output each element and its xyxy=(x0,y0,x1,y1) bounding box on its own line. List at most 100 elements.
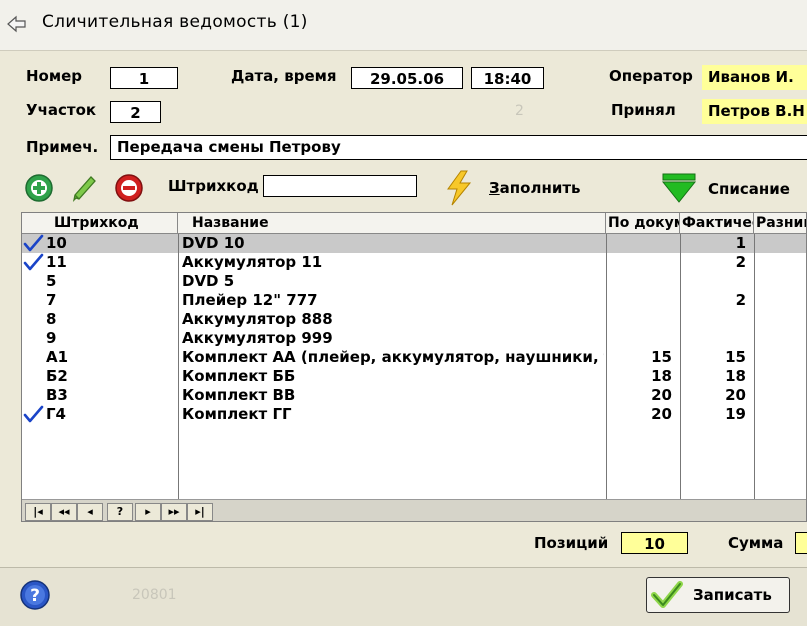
col-header-name[interactable]: Название xyxy=(178,213,606,234)
time-field[interactable]: 18:40 xyxy=(471,67,544,89)
nav-first-button[interactable]: |◂ xyxy=(25,503,51,521)
table-row[interactable]: Б2 Комплект ББ 18 18 xyxy=(22,367,806,386)
column-divider xyxy=(754,234,755,499)
table-row[interactable]: 7 Плейер 12" 777 2 xyxy=(22,291,806,310)
table-row[interactable]: Г4 Комплект ГГ 20 19 xyxy=(22,405,806,424)
cell-doc-qty xyxy=(606,234,672,253)
number-field[interactable]: 1 xyxy=(110,67,178,89)
cell-barcode: 7 xyxy=(46,291,57,309)
nav-prev-button[interactable]: ◂ xyxy=(77,503,103,521)
table-row[interactable]: 10 DVD 10 1 xyxy=(22,234,806,253)
cell-name: DVD 10 xyxy=(182,234,245,252)
checkmark-icon xyxy=(651,581,683,608)
section-label: Участок xyxy=(26,101,97,119)
nav-last-button[interactable]: ▸| xyxy=(187,503,213,521)
fill-label: Заполнить xyxy=(489,179,581,197)
writeoff-label: Списание xyxy=(708,180,790,198)
cell-barcode: 11 xyxy=(46,253,67,271)
operator-field[interactable]: Иванов И. xyxy=(702,65,807,90)
cell-barcode: 9 xyxy=(46,329,57,347)
cell-barcode: А1 xyxy=(46,348,69,366)
record-navigator: |◂ ◂◂ ◂ ? ▸ ▸▸ ▸| xyxy=(22,499,806,521)
fill-label-accel: З xyxy=(489,179,500,197)
column-divider xyxy=(606,234,607,499)
svg-text:?: ? xyxy=(30,586,40,606)
cell-doc-qty: 20 xyxy=(651,386,672,404)
window-title: Сличительная ведомость (1) xyxy=(42,12,308,32)
cell-fact-qty xyxy=(680,329,746,348)
fill-label-rest: аполнить xyxy=(499,179,581,197)
col-header-barcode[interactable]: Штрихкод xyxy=(22,213,178,234)
fill-button[interactable]: Заполнить xyxy=(443,170,593,206)
column-divider xyxy=(680,234,681,499)
cell-fact-qty: 2 xyxy=(735,291,746,309)
table-row[interactable]: 9 Аккумулятор 999 xyxy=(22,329,806,348)
table-row[interactable]: 8 Аккумулятор 888 xyxy=(22,310,806,329)
cell-name: Плейер 12" 777 xyxy=(182,291,318,309)
add-icon[interactable] xyxy=(24,173,54,203)
nav-next-page-button[interactable]: ▸▸ xyxy=(161,503,187,521)
table-row[interactable]: 11 Аккумулятор 11 2 xyxy=(22,253,806,272)
cell-name: Аккумулятор 11 xyxy=(182,253,323,271)
help-icon[interactable]: ? xyxy=(19,579,51,611)
cell-barcode: 8 xyxy=(46,310,57,328)
cell-doc-qty: 15 xyxy=(651,348,672,366)
sum-field xyxy=(795,532,807,554)
table-row[interactable]: В3 Комплект ВВ 20 20 xyxy=(22,386,806,405)
nav-prev-page-button[interactable]: ◂◂ xyxy=(51,503,77,521)
cell-fact-qty: 20 xyxy=(725,386,746,404)
edit-pencil-icon[interactable] xyxy=(70,172,100,202)
cell-fact-qty: 15 xyxy=(725,348,746,366)
col-header-diff[interactable]: Разница xyxy=(754,213,806,234)
back-arrow-icon[interactable] xyxy=(6,14,28,34)
accepted-label: Принял xyxy=(611,101,676,119)
writeoff-button[interactable]: Списание xyxy=(660,172,807,206)
note-field[interactable]: Передача смены Петрову xyxy=(110,135,807,160)
cell-barcode: 5 xyxy=(46,272,57,290)
ghost-section-value: 2 xyxy=(515,103,524,119)
cell-name: DVD 5 xyxy=(182,272,235,290)
cell-fact-qty xyxy=(680,310,746,329)
datetime-label: Дата, время xyxy=(231,67,337,85)
date-field[interactable]: 29.05.06 xyxy=(351,67,463,89)
cell-doc-qty: 20 xyxy=(651,405,672,423)
cell-doc-qty xyxy=(606,272,672,291)
accepted-field[interactable]: Петров В.Н xyxy=(702,99,807,124)
save-label: Записать xyxy=(693,586,772,604)
cell-barcode: 10 xyxy=(46,234,67,252)
cell-doc-qty xyxy=(606,253,672,272)
barcode-label: Штрихкод xyxy=(168,177,259,195)
delete-icon[interactable] xyxy=(114,173,144,203)
barcode-input[interactable] xyxy=(263,175,417,197)
row-checkmark-icon xyxy=(23,234,44,252)
cell-name: Комплект АА (плейер, аккумулятор, наушни… xyxy=(182,348,604,366)
cell-barcode: Г4 xyxy=(46,405,66,423)
nav-search-button[interactable]: ? xyxy=(107,503,133,521)
cell-fact-qty: 18 xyxy=(725,367,746,385)
nav-next-button[interactable]: ▸ xyxy=(135,503,161,521)
cell-barcode: Б2 xyxy=(46,367,68,385)
col-header-doc[interactable]: По докум xyxy=(606,213,680,234)
table-row[interactable]: А1 Комплект АА (плейер, аккумулятор, науш… xyxy=(22,348,806,367)
cell-name: Комплект ГГ xyxy=(182,405,292,423)
cell-name: Аккумулятор 888 xyxy=(182,310,333,328)
sum-label: Сумма xyxy=(728,534,784,552)
cell-fact-qty: 1 xyxy=(735,234,746,252)
column-divider xyxy=(178,234,179,499)
positions-label: Позиций xyxy=(534,534,609,552)
col-header-fact[interactable]: Фактически xyxy=(680,213,754,234)
cell-doc-qty xyxy=(606,310,672,329)
note-label: Примеч. xyxy=(26,138,99,156)
number-label: Номер xyxy=(26,67,83,85)
items-table: Штрихкод Название По докум Фактически Ра… xyxy=(21,212,807,522)
save-button[interactable]: Записать xyxy=(646,577,790,613)
record-code: 20801 xyxy=(132,587,177,603)
row-checkmark-icon xyxy=(23,253,44,271)
down-arrow-icon xyxy=(661,173,697,203)
cell-name: Комплект ББ xyxy=(182,367,296,385)
table-row[interactable]: 5 DVD 5 xyxy=(22,272,806,291)
section-field[interactable]: 2 xyxy=(110,101,161,123)
cell-doc-qty: 18 xyxy=(651,367,672,385)
operator-label: Оператор xyxy=(609,67,693,85)
cell-fact-qty: 2 xyxy=(735,253,746,271)
